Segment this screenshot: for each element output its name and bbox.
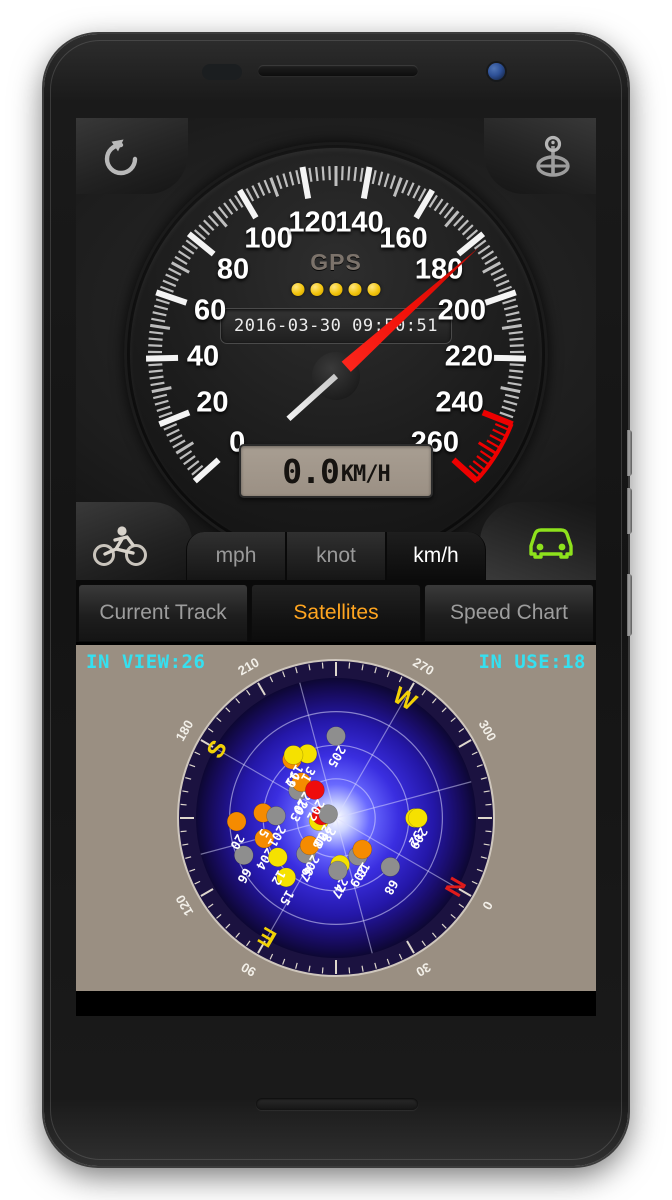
datetime-display: 2016-03-30 09:50:51 xyxy=(220,308,452,344)
earpiece-speaker xyxy=(258,65,418,76)
tab-speed-chart[interactable]: Speed Chart xyxy=(424,584,594,642)
compass-bearing-label: 270 xyxy=(410,654,436,678)
tab-satellites[interactable]: Satellites xyxy=(251,584,421,642)
proximity-sensor xyxy=(202,64,242,80)
gear-shift-icon[interactable] xyxy=(526,130,580,184)
volume-down-button[interactable] xyxy=(627,488,632,534)
unit-button-knot[interactable]: knot xyxy=(286,532,386,580)
satellites-panel: IN VIEW:26 IN USE:18 0306090120150180210… xyxy=(76,642,596,994)
unit-selector: mph knot km/h xyxy=(186,532,486,580)
bicycle-icon[interactable] xyxy=(90,520,152,570)
compass-bearing-label: 90 xyxy=(238,959,258,979)
compass-bearing-label: 120 xyxy=(172,892,196,918)
speed-lcd-display: 0.0 KM/H xyxy=(239,444,433,498)
speedometer-panel: GPS 2016-03-30 09:50:51 0.0 KM/H 0 20 40 60… xyxy=(76,118,596,580)
car-icon[interactable] xyxy=(520,520,582,568)
gps-signal-dot xyxy=(310,283,324,296)
gps-signal-dot xyxy=(348,283,362,296)
speed-unit: KM/H xyxy=(340,461,391,487)
volume-up-button[interactable] xyxy=(627,430,632,476)
front-camera xyxy=(488,63,505,80)
tab-current-track[interactable]: Current Track xyxy=(78,584,248,642)
satellite-sky-plot[interactable]: 0306090120150180210240270300330NESW66202… xyxy=(169,651,503,985)
back-icon[interactable] xyxy=(141,1014,185,1016)
compass-bearing-label: 210 xyxy=(235,654,261,678)
gauge-tick-number: 120 xyxy=(288,206,337,239)
recents-icon[interactable] xyxy=(487,1014,531,1016)
compass-bearing-label: 300 xyxy=(476,717,500,743)
compass-bearing-label: 180 xyxy=(172,717,196,743)
gps-label: GPS xyxy=(310,249,362,275)
gauge-tick-number: 140 xyxy=(335,206,384,239)
gps-signal-dot xyxy=(329,283,343,296)
speed-value: 0.0 xyxy=(282,451,340,491)
gauge-tick-number: 200 xyxy=(437,294,486,327)
bottom-speaker-grille xyxy=(256,1098,418,1110)
android-navigation-bar xyxy=(76,994,596,1016)
gauge-tick-number: 40 xyxy=(186,340,220,373)
phone-screen: GPS 2016-03-30 09:50:51 0.0 KM/H 0 20 40 60… xyxy=(76,118,596,1016)
gauge-tick-number: 220 xyxy=(444,340,494,373)
gps-signal-dot xyxy=(291,283,305,296)
gps-signal-dot xyxy=(367,283,381,296)
speedometer-gauge: GPS 2016-03-30 09:50:51 0.0 KM/H 0 20 40 60… xyxy=(124,142,548,566)
reset-icon[interactable] xyxy=(94,132,148,186)
gauge-tick-number: 160 xyxy=(379,222,428,255)
gauge-tick-number: 100 xyxy=(244,222,293,255)
power-button[interactable] xyxy=(627,574,632,636)
compass-bearing-label: 30 xyxy=(414,959,434,979)
gauge-tick-number: 20 xyxy=(196,386,229,419)
gauge-tick-number: 240 xyxy=(435,386,484,419)
gauge-tick-number: 60 xyxy=(194,294,227,327)
home-icon[interactable] xyxy=(314,1014,358,1016)
compass-bearing-label: 0 xyxy=(479,899,496,913)
gauge-tick-number: 80 xyxy=(216,253,250,286)
datetime-text: 2016-03-30 09:50:51 xyxy=(234,316,438,336)
tab-bar: Current Track Satellites Speed Chart xyxy=(76,580,596,642)
unit-button-mph[interactable]: mph xyxy=(186,532,286,580)
gps-signal-dots xyxy=(291,283,381,296)
unit-button-kmh[interactable]: km/h xyxy=(386,532,486,580)
